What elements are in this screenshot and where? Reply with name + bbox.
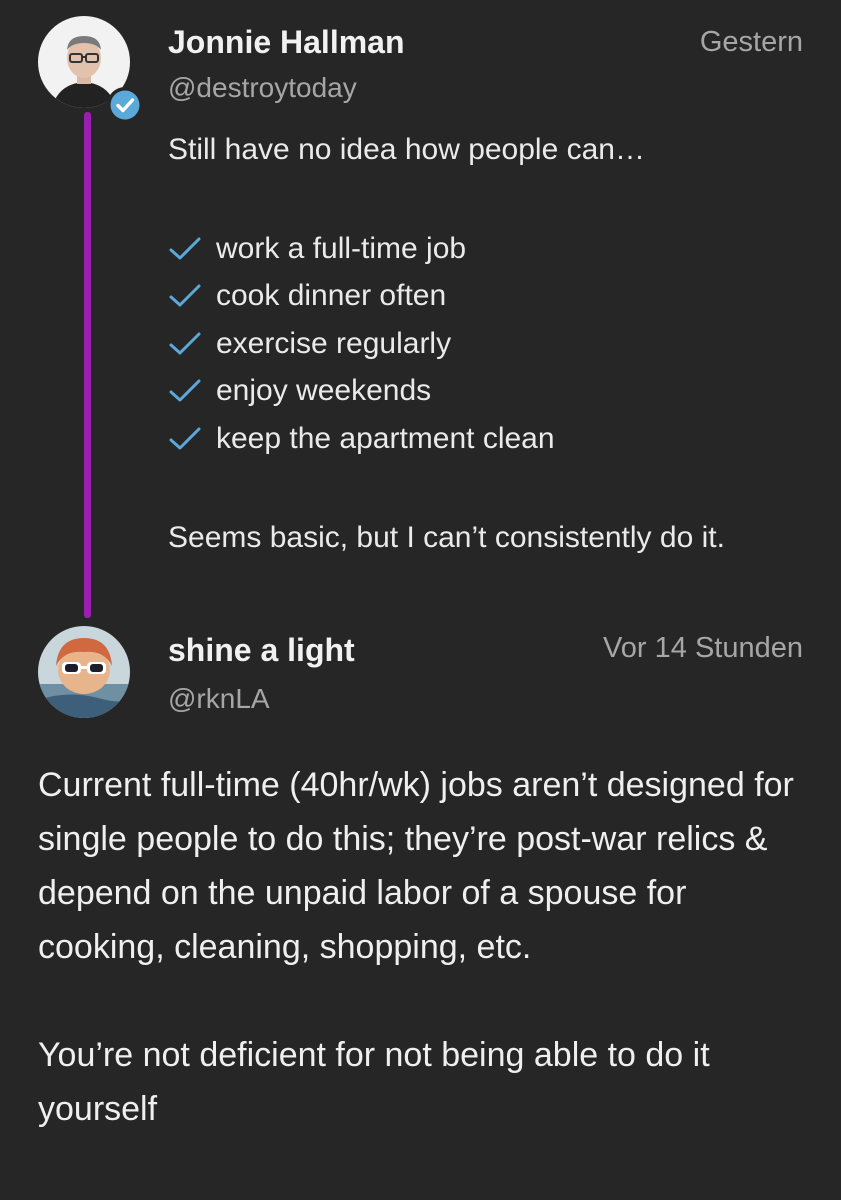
tweet-paragraph: You’re not deficient for not being able … xyxy=(38,1036,710,1128)
avatar[interactable] xyxy=(38,626,130,718)
checklist-item: enjoy weekends xyxy=(168,368,808,416)
author-handle[interactable]: @rknLA xyxy=(168,683,270,715)
checklist-item-label: work a full-time job xyxy=(216,231,467,265)
tweet-body: Still have no idea how people can… work … xyxy=(168,130,808,558)
timestamp: Gestern xyxy=(699,26,803,58)
checkmark-icon xyxy=(169,379,201,402)
checklist-item: keep the apartment clean xyxy=(168,415,808,463)
tweet-intro: Still have no idea how people can… xyxy=(168,133,645,166)
tweet-paragraph: Current full-time (40hr/wk) jobs aren’t … xyxy=(38,766,794,966)
checklist-item-label: exercise regularly xyxy=(216,326,452,360)
checkmark-icon xyxy=(169,332,201,355)
thread-connector-line xyxy=(84,112,91,618)
author-handle[interactable]: @destroytoday xyxy=(168,72,357,104)
author-name[interactable]: shine a light xyxy=(168,632,355,669)
tweet-outro: Seems basic, but I can’t consistently do… xyxy=(168,520,725,554)
checkmark-icon xyxy=(169,427,201,450)
verified-badge-icon xyxy=(107,87,143,123)
checklist-item-label: keep the apartment clean xyxy=(216,421,555,455)
checklist: work a full-time job cook dinner often e… xyxy=(168,225,808,463)
checklist-item-label: enjoy weekends xyxy=(216,374,432,408)
checklist-item: cook dinner often xyxy=(168,273,808,321)
checkmark-icon xyxy=(169,237,201,260)
checkmark-icon xyxy=(169,284,201,307)
checklist-item: exercise regularly xyxy=(168,320,808,368)
checklist-item-label: cook dinner often xyxy=(216,279,447,313)
author-name[interactable]: Jonnie Hallman xyxy=(168,24,405,61)
checklist-item: work a full-time job xyxy=(168,225,808,273)
tweet-body: Current full-time (40hr/wk) jobs aren’t … xyxy=(38,758,808,1136)
timestamp: Vor 14 Stunden xyxy=(603,632,803,664)
